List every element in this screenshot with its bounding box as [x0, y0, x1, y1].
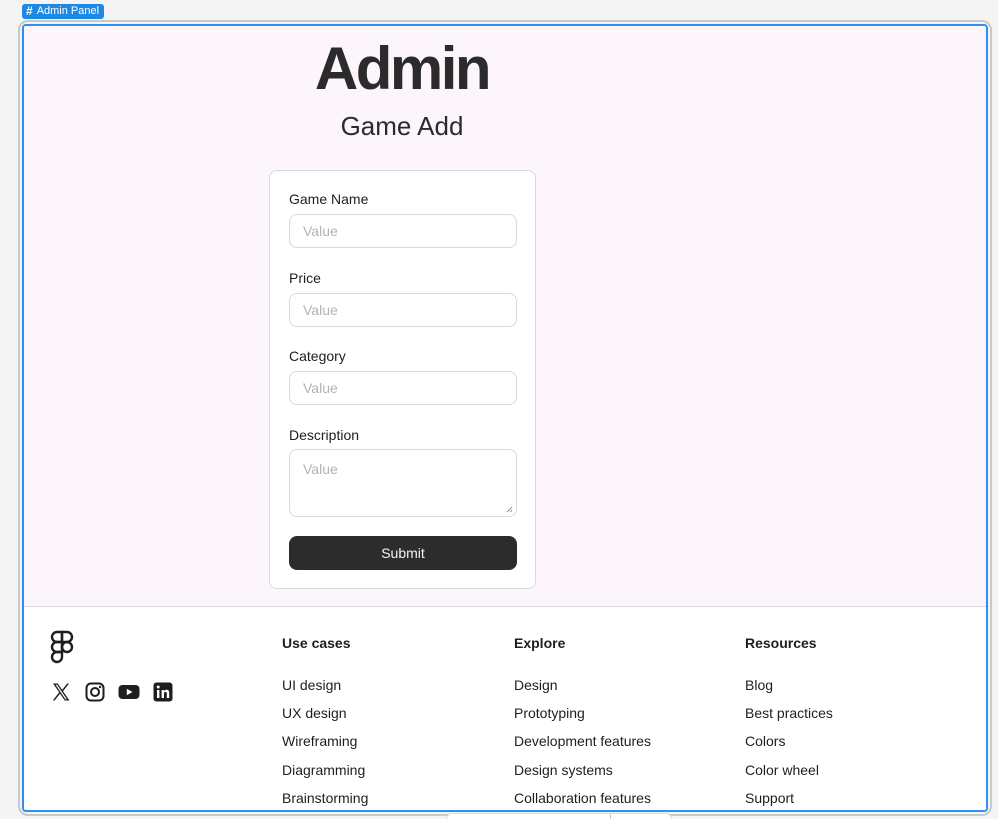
footer-link[interactable]: Design systems: [514, 761, 651, 779]
description-placeholder: Value: [303, 461, 338, 477]
instagram-icon[interactable]: [84, 681, 106, 703]
figma-logo-icon[interactable]: [50, 630, 74, 664]
footer-link[interactable]: Development features: [514, 732, 651, 750]
footer-link[interactable]: Blog: [745, 676, 833, 694]
footer-link[interactable]: Collaboration features: [514, 789, 651, 807]
footer-link[interactable]: Best practices: [745, 704, 833, 722]
page-title: Admin: [314, 35, 492, 102]
footer-link[interactable]: Brainstorming: [282, 789, 368, 807]
linkedin-icon[interactable]: [152, 681, 174, 703]
price-placeholder: Value: [303, 302, 338, 318]
footer-col-title: Use cases: [282, 635, 351, 651]
game-name-placeholder: Value: [303, 223, 338, 239]
footer-col-explore: Explore Design Prototyping Development f…: [514, 634, 651, 810]
category-input[interactable]: Value: [289, 371, 517, 405]
footer-link[interactable]: UX design: [282, 704, 368, 722]
footer-link[interactable]: Colors: [745, 732, 833, 750]
game-name-input[interactable]: Value: [289, 214, 517, 248]
frame-label-text: Admin Panel: [36, 5, 100, 17]
description-textarea[interactable]: Value: [289, 449, 517, 517]
footer-col-resources: Resources Blog Best practices Colors Col…: [745, 634, 833, 810]
frame-hash-icon: #: [26, 4, 33, 18]
frame-label[interactable]: # Admin Panel: [22, 4, 105, 19]
footer: Use cases UI design UX design Wireframin…: [24, 607, 986, 810]
x-icon[interactable]: [50, 681, 72, 703]
footer-link[interactable]: Color wheel: [745, 761, 833, 779]
footer-link[interactable]: Wireframing: [282, 732, 368, 750]
admin-panel-frame[interactable]: Admin Game Add Game Name Value Price Val…: [22, 24, 988, 812]
footer-link[interactable]: Design: [514, 676, 651, 694]
category-placeholder: Value: [303, 380, 338, 396]
footer-link[interactable]: UI design: [282, 676, 368, 694]
game-name-label: Game Name: [289, 191, 369, 207]
hero-section: Admin Game Add Game Name Value Price Val…: [24, 26, 986, 606]
price-input[interactable]: Value: [289, 293, 517, 327]
bottom-toolbar-tab[interactable]: [446, 813, 672, 819]
footer-col-title: Resources: [745, 635, 817, 651]
footer-link[interactable]: Support: [745, 789, 833, 807]
bottom-toolbar-divider: [610, 813, 611, 819]
footer-link[interactable]: Diagramming: [282, 761, 368, 779]
page-subtitle: Game Add: [340, 111, 464, 141]
footer-link[interactable]: Prototyping: [514, 704, 651, 722]
submit-button[interactable]: Submit: [289, 536, 517, 570]
category-label: Category: [289, 348, 346, 364]
footer-col-title: Explore: [514, 635, 566, 651]
youtube-icon[interactable]: [118, 681, 140, 703]
social-links: [50, 681, 174, 703]
resize-grip-icon[interactable]: [506, 506, 513, 513]
price-label: Price: [289, 270, 321, 286]
footer-col-use-cases: Use cases UI design UX design Wireframin…: [282, 634, 368, 810]
description-label: Description: [289, 427, 360, 443]
game-add-form: Game Name Value Price Value Category Val…: [269, 170, 536, 589]
